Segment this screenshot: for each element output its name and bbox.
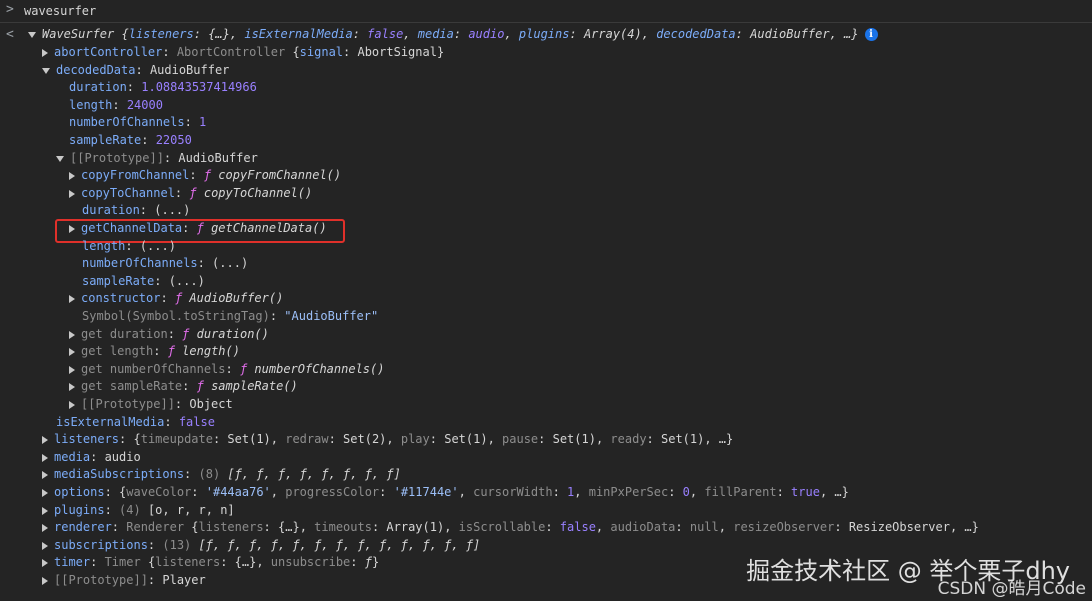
expand-triangle-icon[interactable] <box>69 330 75 339</box>
proto-constructor[interactable]: constructor: ƒ AudioBuffer() <box>69 290 283 307</box>
proto-copyToChannel[interactable]: copyToChannel: ƒ copyToChannel() <box>69 185 312 202</box>
proto-get-sampleRate[interactable]: get sampleRate: ƒ sampleRate() <box>69 378 298 395</box>
expand-triangle-icon[interactable] <box>42 576 48 585</box>
prop-timer[interactable]: timer: Timer {listeners: {…}, unsubscrib… <box>42 554 379 571</box>
prop-abortController[interactable]: abortController: AbortController {signal… <box>42 44 444 61</box>
expand-triangle-icon[interactable] <box>69 171 75 180</box>
expand-triangle-icon[interactable] <box>69 382 75 391</box>
expand-triangle-icon[interactable] <box>56 155 64 162</box>
info-icon[interactable]: i <box>864 28 878 41</box>
expand-triangle-icon[interactable] <box>42 541 48 550</box>
prop-sampleRate: sampleRate: 22050 <box>69 133 192 147</box>
console-input-row: > wavesurfer <box>0 0 1092 23</box>
expand-triangle-icon[interactable] <box>42 523 48 532</box>
prop-numberOfChannels: numberOfChannels: 1 <box>69 115 207 129</box>
prop-prototype-player[interactable]: [[Prototype]]: Player <box>42 572 206 589</box>
proto-symbol-toStringTag: Symbol(Symbol.toStringTag): "AudioBuffer… <box>82 309 379 323</box>
console-command-text[interactable]: wavesurfer <box>24 4 96 18</box>
proto-numberOfChannels-lazy[interactable]: numberOfChannels: (...) <box>82 255 248 272</box>
prop-options[interactable]: options: {waveColor: '#44aa76', progress… <box>42 484 849 501</box>
proto-sampleRate-lazy[interactable]: sampleRate: (...) <box>82 273 205 290</box>
expand-triangle-icon[interactable] <box>69 400 75 409</box>
expand-triangle-icon[interactable] <box>69 189 75 198</box>
expand-triangle-icon[interactable] <box>42 48 48 57</box>
proto-get-duration[interactable]: get duration: ƒ duration() <box>69 326 269 343</box>
prop-listeners[interactable]: listeners: {timeupdate: Set(1), redraw: … <box>42 431 733 448</box>
prop-length: length: 24000 <box>69 98 163 112</box>
expand-triangle-icon[interactable] <box>69 294 75 303</box>
prop-mediaSubscriptions[interactable]: mediaSubscriptions: (8) [ƒ, ƒ, ƒ, ƒ, ƒ, … <box>42 466 401 483</box>
prompt-chevron-icon: > <box>6 2 14 17</box>
proto-prototype-object[interactable]: [[Prototype]]: Object <box>69 396 233 413</box>
proto-duration-lazy[interactable]: duration: (...) <box>82 202 190 219</box>
prop-renderer[interactable]: renderer: Renderer {listeners: {…}, time… <box>42 519 979 536</box>
prop-duration: duration: 1.08843537414966 <box>69 80 257 94</box>
prop-media[interactable]: media: audio <box>42 449 141 466</box>
expand-triangle-icon[interactable] <box>42 558 48 567</box>
prop-subscriptions[interactable]: subscriptions: (13) [ƒ, ƒ, ƒ, ƒ, ƒ, ƒ, ƒ… <box>42 537 480 554</box>
proto-copyFromChannel[interactable]: copyFromChannel: ƒ copyFromChannel() <box>69 167 341 184</box>
expand-triangle-icon[interactable] <box>42 506 48 515</box>
expand-triangle-icon[interactable] <box>42 488 48 497</box>
expand-triangle-icon[interactable] <box>69 365 75 374</box>
expand-triangle-icon[interactable] <box>42 453 48 462</box>
prop-isExternalMedia: isExternalMedia: false <box>56 415 215 429</box>
expand-triangle-icon[interactable] <box>42 67 50 74</box>
tree-root-wavesurfer[interactable]: WaveSurfer {listeners: {…}, isExternalMe… <box>28 26 878 43</box>
expand-triangle-icon[interactable] <box>42 435 48 444</box>
prop-decodedData[interactable]: decodedData: AudioBuffer <box>42 62 229 79</box>
prop-plugins[interactable]: plugins: (4) [o, r, r, n] <box>42 502 235 519</box>
watermark-csdn: CSDN @皓月Code <box>937 579 1086 599</box>
proto-get-numberOfChannels[interactable]: get numberOfChannels: ƒ numberOfChannels… <box>69 361 384 378</box>
prop-prototype-audiobuffer[interactable]: [[Prototype]]: AudioBuffer <box>56 150 258 167</box>
expand-triangle-icon[interactable] <box>28 31 36 38</box>
expand-triangle-icon[interactable] <box>42 470 48 479</box>
proto-length-lazy[interactable]: length: (...) <box>82 238 176 255</box>
result-chevron-icon: < <box>6 27 14 42</box>
proto-get-length[interactable]: get length: ƒ length() <box>69 343 240 360</box>
expand-triangle-icon[interactable] <box>69 347 75 356</box>
